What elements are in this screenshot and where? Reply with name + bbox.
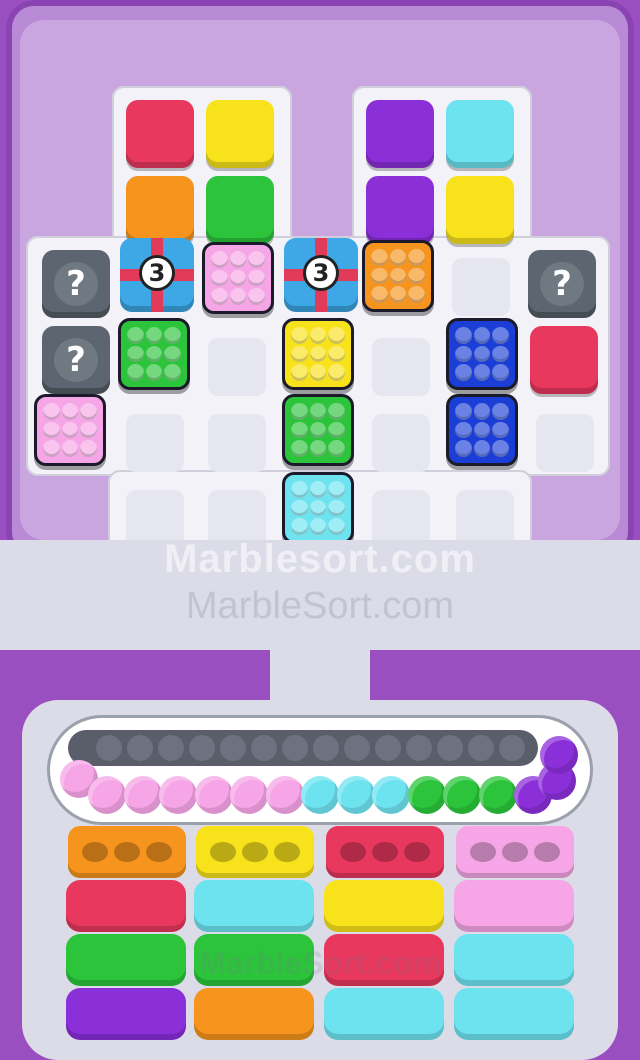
empty-cell — [372, 414, 430, 472]
tube-segment-cyan[interactable] — [194, 880, 314, 932]
question-mark-icon: ? — [540, 262, 584, 306]
marble-pink — [88, 776, 126, 814]
mystery-block[interactable]: ? — [528, 250, 596, 318]
marble-box-green[interactable] — [282, 394, 354, 466]
marble-hole — [274, 842, 300, 862]
empty-slot — [375, 735, 401, 761]
empty-slot — [251, 735, 277, 761]
marble-box-yellow[interactable] — [282, 318, 354, 390]
marble-hole — [470, 842, 496, 862]
marble-box-pink[interactable] — [34, 394, 106, 466]
empty-slot — [437, 735, 463, 761]
marble-hole — [114, 842, 140, 862]
gift-block[interactable]: 3 — [284, 238, 358, 312]
marble-hole — [340, 842, 366, 862]
marble-box-orange[interactable] — [362, 240, 434, 312]
marble-green — [443, 776, 481, 814]
marble-box-blue[interactable] — [446, 394, 518, 466]
marble-hole — [242, 842, 268, 862]
empty-slot — [127, 735, 153, 761]
block-purple[interactable] — [366, 100, 434, 168]
empty-cell — [452, 258, 510, 316]
tube-segment-cyan[interactable] — [454, 988, 574, 1040]
watermark: MarbleSort.com — [185, 585, 455, 627]
marble-cyan — [372, 776, 410, 814]
marble-box-pink[interactable] — [202, 242, 274, 314]
empty-slot — [158, 735, 184, 761]
tube-segment-cyan[interactable] — [324, 988, 444, 1040]
empty-slot — [96, 735, 122, 761]
tube-cap-yellow[interactable] — [196, 826, 314, 878]
tube-segment-yellow[interactable] — [324, 880, 444, 932]
watermark: Marblesort.com — [164, 537, 476, 581]
gift-counter: 3 — [139, 255, 175, 291]
marble-hole — [372, 842, 398, 862]
gift-counter: 3 — [303, 255, 339, 291]
empty-cell — [208, 414, 266, 472]
empty-slot — [220, 735, 246, 761]
empty-cell — [372, 338, 430, 396]
marble-pink — [230, 776, 268, 814]
empty-slot — [344, 735, 370, 761]
marble-hole — [404, 842, 430, 862]
marble-pink — [265, 776, 304, 814]
marble-box-cyan[interactable] — [282, 472, 354, 544]
tube-segment-red[interactable] — [66, 880, 186, 932]
marble-box-green[interactable] — [118, 318, 190, 390]
block-red[interactable] — [530, 326, 598, 394]
block-red[interactable] — [126, 100, 194, 168]
tube-segment-purple[interactable] — [66, 988, 186, 1040]
gift-block[interactable]: 3 — [120, 238, 194, 312]
marble-pink — [123, 776, 162, 814]
block-yellow[interactable] — [206, 100, 274, 168]
empty-slot — [499, 735, 525, 761]
empty-cell — [208, 338, 266, 396]
marble-green — [478, 776, 517, 814]
question-mark-icon: ? — [54, 262, 98, 306]
empty-slot — [282, 735, 308, 761]
marble-green — [407, 776, 446, 814]
empty-cell — [126, 414, 184, 472]
block-purple[interactable] — [366, 176, 434, 244]
marble-pink — [194, 776, 233, 814]
marble-cyan — [301, 776, 339, 814]
tube-segment-orange[interactable] — [194, 988, 314, 1040]
block-green[interactable] — [206, 176, 274, 244]
block-yellow[interactable] — [446, 176, 514, 244]
marble-box-blue[interactable] — [446, 318, 518, 390]
tube-cap-red[interactable] — [326, 826, 444, 878]
empty-slot — [189, 735, 215, 761]
mystery-block[interactable]: ? — [42, 250, 110, 318]
tube-cap-pink[interactable] — [456, 826, 574, 878]
watermark: MarbleSort.com — [199, 945, 441, 981]
block-orange[interactable] — [126, 176, 194, 244]
mystery-block[interactable]: ? — [42, 326, 110, 394]
empty-slot — [313, 735, 339, 761]
marble-hole — [534, 842, 560, 862]
marble-cyan — [336, 776, 375, 814]
empty-cell — [536, 414, 594, 472]
marble-purple — [540, 736, 578, 774]
empty-slot — [468, 735, 494, 761]
empty-slot — [406, 735, 432, 761]
marble-hole — [210, 842, 236, 862]
marble-hole — [146, 842, 172, 862]
marble-hole — [82, 842, 108, 862]
tube-segment-pink[interactable] — [454, 880, 574, 932]
block-cyan[interactable] — [446, 100, 514, 168]
marble-hole — [502, 842, 528, 862]
question-mark-icon: ? — [54, 338, 98, 382]
marble-pink — [159, 776, 197, 814]
tube-cap-orange[interactable] — [68, 826, 186, 878]
